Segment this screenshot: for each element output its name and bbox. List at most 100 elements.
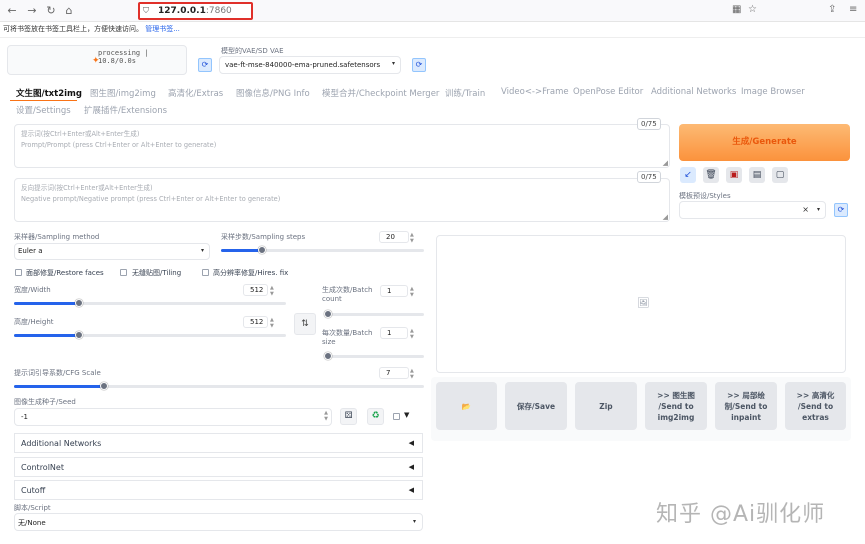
sampling-steps-input[interactable]: 20 [379, 231, 409, 243]
address-bar[interactable]: ⛉ 127.0.0.1:7860 [138, 2, 253, 20]
tab-img2img[interactable]: 图生图/img2img [90, 87, 156, 99]
clipboard-icon[interactable]: ▤ [749, 167, 765, 183]
extra-seed-checkbox[interactable] [393, 413, 400, 420]
qr-icon[interactable]: ▦ [732, 4, 741, 15]
cutoff-accordion[interactable]: Cutoff ◀ [14, 480, 423, 500]
hires-fix-checkbox[interactable] [202, 269, 209, 276]
generate-button[interactable]: 生成/Generate [679, 124, 850, 161]
tiling-checkbox[interactable] [120, 269, 127, 276]
tab-additional-networks[interactable]: Additional Networks [651, 87, 736, 97]
restore-faces-checkbox[interactable] [15, 269, 22, 276]
btn-line: img2img [657, 412, 695, 422]
resize-handle-icon[interactable]: ◢ [663, 159, 668, 167]
additional-networks-accordion[interactable]: Additional Networks ◀ [14, 433, 423, 453]
back-icon[interactable]: ← [4, 3, 20, 19]
width-slider[interactable] [14, 299, 286, 307]
tab-png-info[interactable]: 图像信息/PNG Info [236, 87, 310, 99]
dice-icon[interactable]: ⚄ [340, 408, 357, 425]
clear-icon[interactable]: × [802, 205, 809, 214]
model-card-icon[interactable]: ▣ [726, 167, 742, 183]
tab-bar [7, 84, 851, 85]
steps-spinner-icon[interactable]: ▲ ▼ [410, 232, 414, 244]
tiling-label: 无缝贴图/Tiling [132, 269, 182, 277]
width-spinner-icon[interactable]: ▲ ▼ [270, 285, 274, 297]
caret-left-icon: ◀ [408, 463, 414, 471]
batch-count-input[interactable]: 1 [380, 285, 408, 297]
save-style-icon[interactable]: ▢ [772, 167, 788, 183]
batch-size-spinner-icon[interactable]: ▲ ▼ [410, 328, 414, 340]
batch-size-input[interactable]: 1 [380, 327, 408, 339]
tab-settings[interactable]: 设置/Settings [16, 104, 71, 116]
extra-seed-toggle-icon[interactable]: ▼ [404, 411, 409, 419]
accordion-label: Cutoff [21, 486, 46, 495]
home-icon[interactable]: ⌂ [61, 3, 77, 19]
btn-line: /Send to [658, 401, 694, 411]
send-to-img2img-button[interactable]: >> 图生图 /Send to img2img [645, 382, 707, 430]
caret-left-icon: ◀ [408, 486, 414, 494]
output-gallery: 🖼 [436, 235, 846, 373]
script-select[interactable]: 无/None ▾ [14, 513, 423, 531]
negative-prompt-textarea[interactable]: 反向提示词(按Ctrl+Enter或Alt+Enter生成) Negative … [14, 178, 670, 222]
reload-icon[interactable]: ↻ [43, 3, 59, 19]
manage-bookmarks-link[interactable]: 管理书签... [145, 25, 180, 33]
seed-value: -1 [21, 413, 28, 421]
prompt-textarea[interactable]: 提示词(按Ctrl+Enter或Alt+Enter生成) Prompt/Prom… [14, 124, 670, 168]
btn-line: extras [802, 412, 829, 422]
btn-line: 制/Send to [724, 401, 768, 411]
star-icon[interactable]: ☆ [748, 4, 757, 15]
batch-count-spinner-icon[interactable]: ▲ ▼ [410, 286, 414, 298]
tab-extensions[interactable]: 扩展插件/Extensions [84, 104, 167, 116]
tab-video-frame[interactable]: Video<->Frame [501, 87, 569, 97]
script-value: 无/None [18, 519, 46, 527]
batch-size-slider[interactable] [324, 352, 424, 360]
batch-count-slider[interactable] [324, 310, 424, 318]
trash-icon[interactable]: 🗑 [703, 167, 719, 183]
sampling-steps-label: 采样步数/Sampling steps [221, 233, 306, 241]
resize-handle-icon[interactable]: ◢ [663, 213, 668, 221]
extensions-icon[interactable]: ⇪ [828, 4, 836, 15]
vae-value: vae-ft-mse-840000-ema-pruned.safetensors [225, 61, 381, 69]
height-spinner-icon[interactable]: ▲ ▼ [270, 317, 274, 329]
tab-extras[interactable]: 高清化/Extras [168, 87, 223, 99]
sampling-steps-slider[interactable] [221, 246, 424, 254]
swap-dimensions-icon[interactable]: ⇅ [294, 313, 316, 335]
tab-train[interactable]: 训练/Train [445, 87, 485, 99]
cfg-scale-slider[interactable] [14, 382, 424, 390]
negative-placeholder-1: 反向提示词(按Ctrl+Enter或Alt+Enter生成) [21, 184, 153, 192]
refresh-vae-button[interactable]: ⟳ [412, 58, 426, 72]
recycle-icon[interactable]: ♻ [367, 408, 384, 425]
negative-token-counter: 0/75 [637, 171, 661, 183]
save-button[interactable]: 保存/Save [505, 382, 567, 430]
refresh-styles-button[interactable]: ⟳ [834, 203, 848, 217]
controlnet-accordion[interactable]: ControlNet ◀ [14, 457, 423, 477]
seed-spinner-icon[interactable]: ▲ ▼ [324, 410, 328, 422]
watermark: 知乎 @Ai驯化师 [656, 502, 826, 527]
read-params-icon[interactable]: ↙ [680, 167, 696, 183]
height-input[interactable]: 512 [243, 316, 268, 328]
tab-openpose-editor[interactable]: OpenPose Editor [573, 87, 643, 97]
tab-txt2img[interactable]: 文生图/txt2img [16, 87, 82, 99]
forward-icon[interactable]: → [24, 3, 40, 19]
tab-checkpoint-merger[interactable]: 模型合并/Checkpoint Merger [322, 87, 439, 99]
accordion-label: Additional Networks [21, 439, 102, 448]
styles-select[interactable]: × ▾ [679, 201, 826, 219]
menu-icon[interactable]: ≡ [849, 4, 857, 15]
send-to-extras-button[interactable]: >> 高清化 /Send to extras [785, 382, 846, 430]
height-slider[interactable] [14, 331, 286, 339]
seed-input[interactable]: -1 ▲ ▼ [14, 408, 332, 426]
tab-image-browser[interactable]: Image Browser [741, 87, 805, 97]
cfg-scale-input[interactable]: 7 [379, 367, 409, 379]
send-to-inpaint-button[interactable]: >> 局部绘 制/Send to inpaint [715, 382, 777, 430]
btn-line: >> 高清化 [796, 390, 835, 400]
width-input[interactable]: 512 [243, 284, 268, 296]
url-port: :7860 [205, 6, 232, 16]
zip-button[interactable]: Zip [575, 382, 637, 430]
prompt-placeholder-2: Prompt/Prompt (press Ctrl+Enter or Alt+E… [21, 141, 217, 149]
sampling-method-select[interactable]: Euler a ▾ [14, 243, 210, 260]
cfg-spinner-icon[interactable]: ▲ ▼ [410, 368, 414, 380]
refresh-checkpoint-button[interactable]: ⟳ [198, 58, 212, 72]
open-folder-button[interactable]: 📂 [436, 382, 497, 430]
width-label: 宽度/Width [14, 286, 51, 294]
btn-line: >> 局部绘 [727, 390, 765, 400]
vae-select[interactable]: vae-ft-mse-840000-ema-pruned.safetensors… [219, 56, 401, 74]
